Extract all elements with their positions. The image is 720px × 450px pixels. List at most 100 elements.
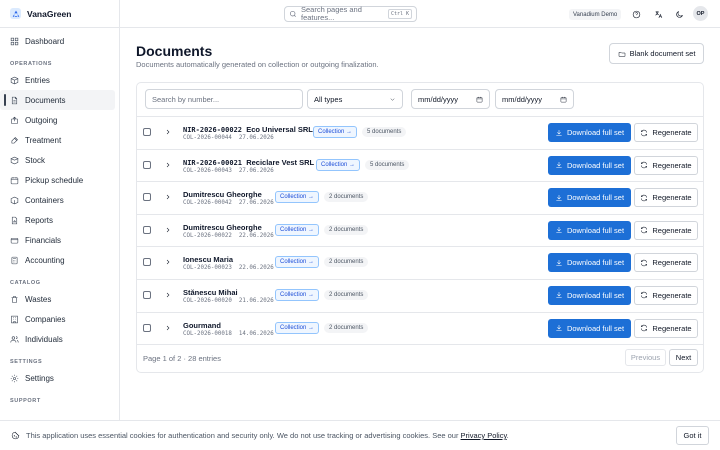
chevron-right-icon [166,129,170,135]
row-checkbox[interactable] [143,128,151,136]
sidebar-item-entries[interactable]: Entries [0,70,119,90]
chevron-right-icon [166,325,170,330]
collection-link[interactable]: Collection → [275,321,320,334]
sidebar-item-containers[interactable]: Containers [0,190,119,210]
privacy-policy-link[interactable]: Privacy Policy [461,431,507,440]
brand[interactable]: VanaGreen [0,0,119,28]
table-row[interactable]: Dumitrescu Gheorghe COL-2026-00022 22.06.… [137,215,703,248]
stock-icon [10,156,19,164]
sidebar-item-label: Outgoing [25,115,58,125]
search-number-input[interactable]: Search by number... [145,89,303,109]
page-title: Documents [136,43,213,59]
row-checkbox[interactable] [143,323,151,332]
row-date: 27.06.2026 [238,200,274,207]
expand-row-button[interactable] [164,128,172,136]
regenerate-label: Regenerate [652,193,692,203]
collection-link[interactable]: Collection → [275,288,320,301]
sidebar-item-treatment[interactable]: Treatment [0,130,119,150]
collection-link[interactable]: Collection → [275,256,320,269]
download-full-set-button[interactable]: Download full set [548,285,631,305]
table-row[interactable]: Stănescu Mihai COL-2026-00020 21.06.2026 C… [137,280,703,313]
global-search-input[interactable]: Search pages and features... Ctrl K [284,6,417,22]
recycle-logo-icon [10,8,21,19]
next-page-button[interactable]: Next [669,349,698,366]
sidebar-item-accounting[interactable]: Accounting [0,250,119,270]
download-full-set-button[interactable]: Download full set [548,155,631,175]
sidebar-item-stock[interactable]: Stock [0,150,119,170]
sidebar-item-reports[interactable]: Reports [0,210,119,230]
date-to-input[interactable]: mm/dd/yyyy [495,89,574,109]
collection-link[interactable]: Collection → [313,126,358,138]
sidebar-item-dashboard[interactable]: Dashboard [0,31,119,51]
regenerate-button[interactable]: Regenerate [634,220,698,240]
table-row[interactable]: Dumitrescu Gheorghe COL-2026-00042 27.06.… [137,182,703,215]
sidebar-item-wastes[interactable]: Wastes [0,289,119,309]
date-from-input[interactable]: mm/dd/yyyy [411,89,490,109]
financials-icon [10,237,19,243]
sidebar-item-companies[interactable]: Companies [0,309,119,329]
calendar-icon [10,176,19,184]
sidebar-item-settings[interactable]: Settings [0,368,119,388]
document-count-badge: 2 documents [324,289,369,300]
expand-row-button[interactable] [164,258,172,266]
document-code: NIR-2026-00022 [183,126,243,134]
row-name: Reciclare Vest SRL [246,157,315,167]
row-checkbox[interactable] [143,290,151,299]
help-circle-icon [632,10,640,18]
date-to-value: mm/dd/yyyy [502,94,543,104]
regenerate-button[interactable]: Regenerate [634,318,698,338]
sidebar-item-outgoing[interactable]: Outgoing [0,110,119,130]
entries-icon [10,76,19,84]
previous-page-button[interactable]: Previous [625,349,666,366]
table-row[interactable]: Gourmand COL-2026-00018 14.06.2026 Collect… [137,313,703,346]
sidebar-item-individuals[interactable]: Individuals [0,329,119,349]
refresh-icon [641,194,648,201]
expand-row-button[interactable] [164,291,172,299]
expand-row-button[interactable] [164,324,172,332]
sidebar-item-label: Containers [25,195,64,205]
download-full-set-button[interactable]: Download full set [548,123,631,142]
table-row[interactable]: Ionescu Maria COL-2026-00023 22.06.2026 Co… [137,247,703,280]
regenerate-button[interactable]: Regenerate [634,285,698,305]
download-icon [556,325,562,331]
row-date: 22.06.2026 [238,265,274,272]
download-full-set-button[interactable]: Download full set [548,318,631,338]
sidebar-item-label: Wastes [25,294,52,304]
download-full-set-button[interactable]: Download full set [548,188,631,208]
download-icon [556,259,562,266]
row-checkbox[interactable] [143,258,151,267]
language-button[interactable] [652,8,664,20]
expand-row-button[interactable] [164,193,172,201]
download-label: Download full set [566,225,625,235]
help-button[interactable] [630,8,642,20]
pagination-summary: Page 1 of 2 · 28 entries [143,354,221,363]
sidebar-item-pickup-schedule[interactable]: Pickup schedule [0,170,119,190]
theme-toggle-button[interactable] [673,8,685,20]
avatar[interactable]: OP [693,6,708,21]
search-icon [290,11,296,17]
row-checkbox[interactable] [143,225,151,234]
table-row[interactable]: NIR-2026-00021 Reciclare Vest SRL COL-202… [137,150,703,183]
got-it-button[interactable]: Got it [676,426,709,445]
row-checkbox[interactable] [143,160,151,169]
regenerate-button[interactable]: Regenerate [634,123,698,142]
collection-link[interactable]: Collection → [275,191,320,204]
refresh-icon [641,292,648,299]
regenerate-button[interactable]: Regenerate [634,155,698,175]
download-full-set-button[interactable]: Download full set [548,220,631,240]
blank-document-set-button[interactable]: Blank document set [609,43,704,64]
expand-row-button[interactable] [164,161,172,169]
type-select[interactable]: All types [307,89,403,109]
table-row[interactable]: NIR-2026-00022 Eco Universal SRL COL-2026… [137,117,703,150]
document-code: NIR-2026-00021 [183,158,243,167]
row-checkbox[interactable] [143,193,151,202]
tenant-badge[interactable]: Vanadium Demo [569,9,622,20]
collection-link[interactable]: Collection → [316,158,361,171]
collection-link[interactable]: Collection → [275,223,320,236]
regenerate-button[interactable]: Regenerate [634,253,698,273]
sidebar-item-financials[interactable]: Financials [0,230,119,250]
regenerate-button[interactable]: Regenerate [634,188,698,208]
sidebar-item-documents[interactable]: Documents [0,90,115,110]
expand-row-button[interactable] [164,226,172,234]
download-full-set-button[interactable]: Download full set [548,253,631,273]
